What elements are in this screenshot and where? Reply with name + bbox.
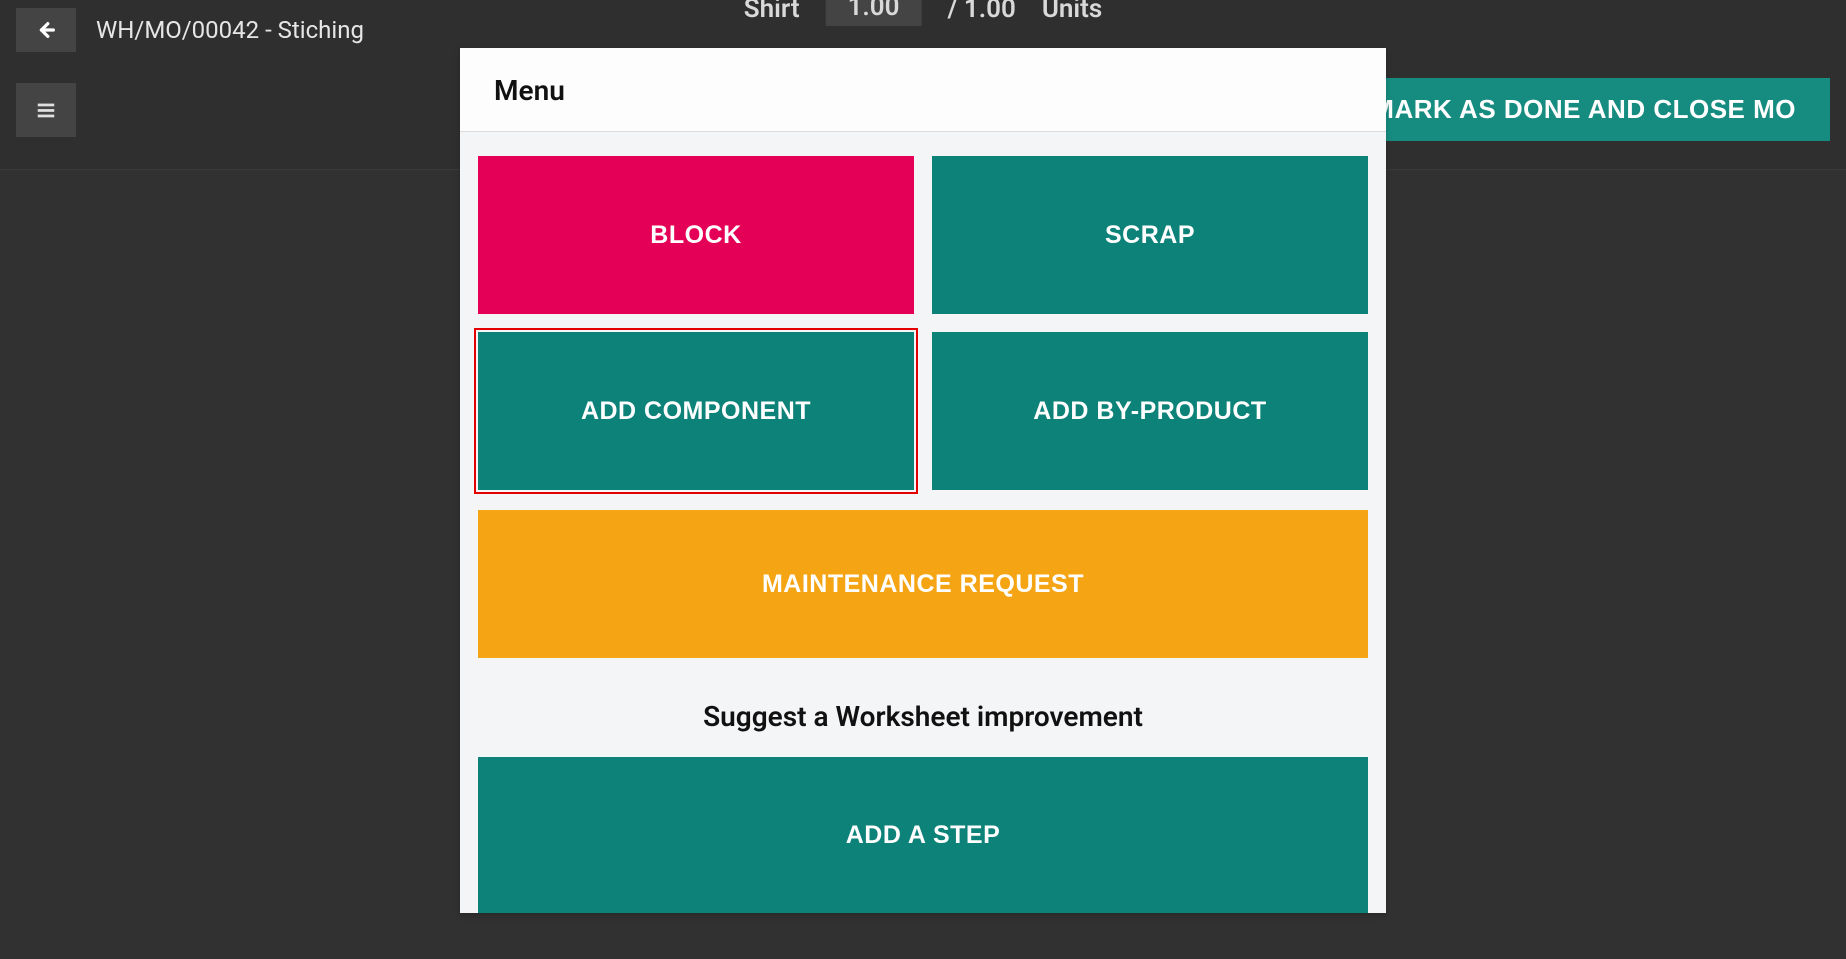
add-component-button[interactable]: ADD COMPONENT [478,332,914,490]
menu-grid: BLOCK SCRAP ADD COMPONENT ADD BY-PRODUCT [478,156,1368,490]
menu-modal: Menu BLOCK SCRAP ADD COMPONENT ADD BY-PR… [460,48,1386,913]
add-step-button[interactable]: ADD A STEP [478,757,1368,913]
arrow-left-icon [35,19,57,41]
block-button[interactable]: BLOCK [478,156,914,314]
mark-done-close-button[interactable]: MARK AS DONE AND CLOSE MO [1338,78,1830,141]
quantity-unit: Units [1042,0,1102,24]
product-name: Shirt [744,0,800,24]
scrap-button[interactable]: SCRAP [932,156,1368,314]
maintenance-request-button[interactable]: MAINTENANCE REQUEST [478,510,1368,658]
product-info-row: Shirt 1.00 / 1.00 Units [744,0,1103,30]
hamburger-icon [35,99,57,121]
back-button[interactable] [16,8,76,52]
quantity-current-badge: 1.00 [826,0,922,26]
modal-title: Menu [460,48,1386,132]
modal-body: BLOCK SCRAP ADD COMPONENT ADD BY-PRODUCT… [460,132,1386,913]
suggest-heading: Suggest a Worksheet improvement [478,678,1368,737]
quantity-total: / 1.00 [948,0,1016,24]
hamburger-button[interactable] [16,83,76,137]
page-title: WH/MO/00042 - Stiching [96,16,364,44]
add-by-product-button[interactable]: ADD BY-PRODUCT [932,332,1368,490]
